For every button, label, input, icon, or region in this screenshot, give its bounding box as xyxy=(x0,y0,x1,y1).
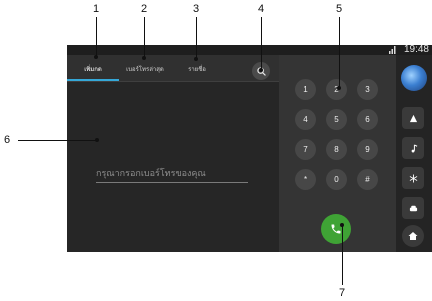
callout-7: 7 xyxy=(339,287,346,299)
callout-dot-3 xyxy=(194,57,198,61)
key-9[interactable]: 9 xyxy=(357,139,378,160)
tab-keypad[interactable]: เพิ่มกด xyxy=(67,55,119,82)
status-bar: 19:48 xyxy=(67,45,432,55)
callout-4: 4 xyxy=(258,3,265,15)
key-0[interactable]: 0 xyxy=(326,169,347,190)
home-icon xyxy=(408,232,418,240)
car-button[interactable] xyxy=(402,197,424,219)
music-button[interactable] xyxy=(402,137,424,159)
callout-line-5 xyxy=(339,17,340,88)
navigation-arrow-icon xyxy=(409,114,417,122)
callout-5: 5 xyxy=(336,3,343,15)
phone-dialer-screen: 19:48 เพิ่มกด เบอร์โทรล่าสุด รายชื่อ 1 2… xyxy=(67,45,432,252)
navigation-button[interactable] xyxy=(402,107,424,129)
key-6[interactable]: 6 xyxy=(357,109,378,130)
tab-bar: เพิ่มกด เบอร์โทรล่าสุด รายชื่อ xyxy=(67,55,279,82)
key-2[interactable]: 2 xyxy=(326,79,347,100)
callout-line-6 xyxy=(18,140,98,141)
callout-dot-5 xyxy=(337,86,341,90)
callout-dot-4 xyxy=(259,68,263,72)
callout-line-7 xyxy=(342,225,343,285)
key-4[interactable]: 4 xyxy=(295,109,316,130)
key-5[interactable]: 5 xyxy=(326,109,347,130)
callout-2: 2 xyxy=(141,3,148,15)
callout-line-4 xyxy=(261,17,262,70)
callout-1: 1 xyxy=(93,3,100,15)
callout-line-3 xyxy=(196,17,197,59)
call-button[interactable] xyxy=(321,214,351,244)
key-3[interactable]: 3 xyxy=(357,79,378,100)
callout-dot-6 xyxy=(95,138,99,142)
quick-access-sidebar xyxy=(396,55,432,252)
callout-6: 6 xyxy=(4,134,11,146)
dialer-content xyxy=(67,82,279,252)
signal-icon xyxy=(389,46,396,54)
callout-line-2 xyxy=(144,17,145,58)
key-8[interactable]: 8 xyxy=(326,139,347,160)
assistant-avatar[interactable] xyxy=(401,65,427,91)
phone-number-input[interactable] xyxy=(96,163,248,183)
key-star[interactable]: * xyxy=(295,169,316,190)
callout-dot-7 xyxy=(340,223,344,227)
home-button[interactable] xyxy=(402,225,424,247)
callout-dot-2 xyxy=(142,56,146,60)
music-note-icon xyxy=(411,143,417,152)
key-hash[interactable]: # xyxy=(357,169,378,190)
keypad-panel: 1 2 3 4 5 6 7 8 9 * 0 # xyxy=(279,55,396,252)
callout-dot-1 xyxy=(94,55,98,59)
callout-3: 3 xyxy=(193,3,200,15)
snowflake-icon xyxy=(409,173,417,183)
key-1[interactable]: 1 xyxy=(295,79,316,100)
key-7[interactable]: 7 xyxy=(295,139,316,160)
callout-line-1 xyxy=(96,17,97,57)
status-time: 19:48 xyxy=(403,45,429,55)
car-icon xyxy=(409,205,417,211)
climate-button[interactable] xyxy=(402,167,424,189)
